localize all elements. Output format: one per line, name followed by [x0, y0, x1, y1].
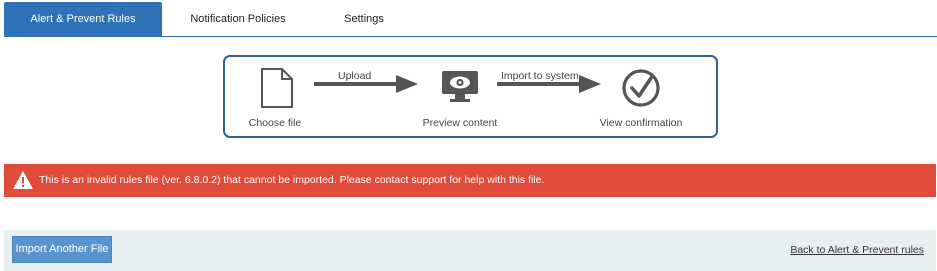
arrow-icon: [314, 75, 418, 93]
step-label-choose-file: Choose file: [248, 117, 302, 129]
check-circle-icon: [622, 69, 660, 107]
tab-alert-prevent-rules[interactable]: Alert & Prevent Rules: [4, 2, 162, 36]
file-icon: [261, 68, 293, 108]
back-to-rules-link[interactable]: Back to Alert & Prevent rules: [790, 244, 924, 256]
import-another-file-button[interactable]: Import Another File: [12, 236, 112, 263]
warning-icon: [13, 171, 33, 189]
alert-message: This is an invalid rules file (ver. 6.8.…: [39, 174, 545, 186]
action-bar: Import Another File Back to Alert & Prev…: [4, 230, 936, 271]
error-alert: This is an invalid rules file (ver. 6.8.…: [4, 164, 936, 197]
step-label-preview-content: Preview content: [422, 117, 498, 129]
tab-notification-policies[interactable]: Notification Policies: [162, 2, 314, 36]
step-label-view-confirmation: View confirmation: [599, 117, 683, 129]
tab-bar: Alert & Prevent Rules Notification Polic…: [4, 2, 937, 37]
import-stepper: Choose file Upload Preview content Impor…: [223, 55, 718, 138]
arrow-icon: [497, 75, 601, 93]
monitor-eye-icon: [442, 71, 478, 102]
tab-settings[interactable]: Settings: [314, 2, 414, 36]
